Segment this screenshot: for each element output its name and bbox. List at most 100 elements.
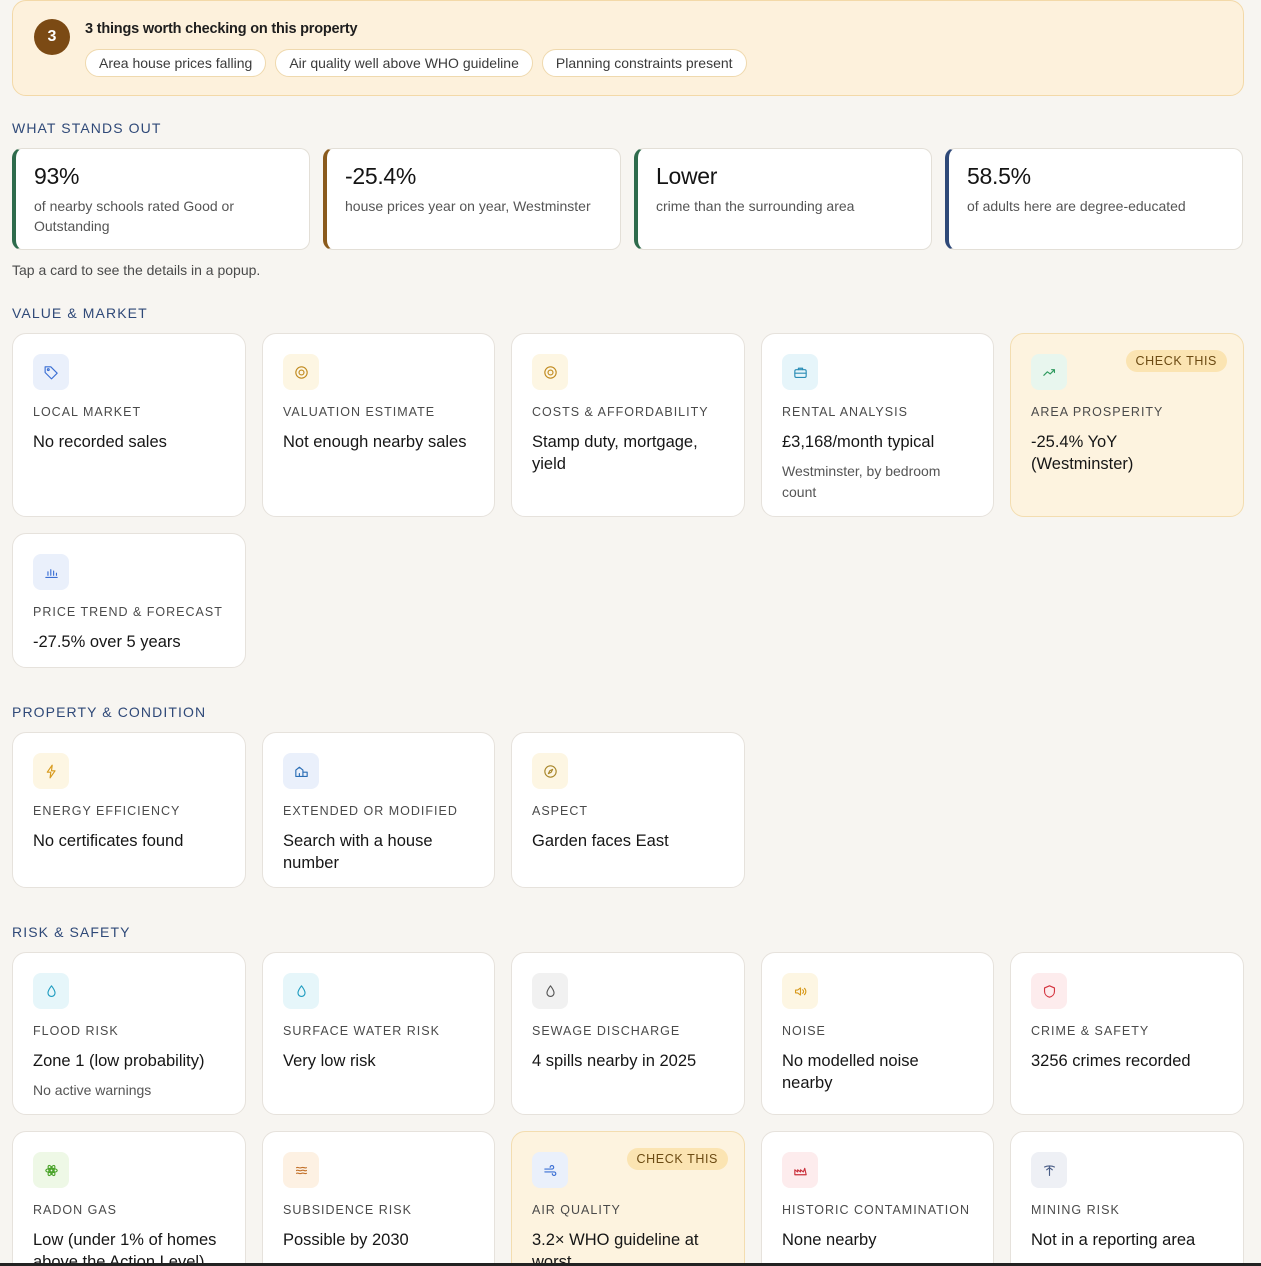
target-icon [532,354,568,390]
card-value: Not in a reporting area [1031,1231,1196,1249]
bar-chart-icon [33,554,69,590]
card-subsidence-risk[interactable]: SUBSIDENCE RISK Possible by 2030 [262,1131,495,1266]
card-value: No modelled noise nearby [782,1052,919,1092]
standout-caption: house prices year on year, Westminster [345,198,591,214]
speaker-icon [782,973,818,1009]
card-label: COSTS & AFFORDABILITY [532,405,709,419]
waves-icon [283,1152,319,1188]
standout-card[interactable]: 93% of nearby schools rated Good or Outs… [12,148,310,250]
card-label: SEWAGE DISCHARGE [532,1024,681,1038]
card-extended-modified[interactable]: EXTENDED OR MODIFIED Search with a house… [262,732,495,888]
card-area-prosperity[interactable]: CHECK THIS AREA PROSPERITY -25.4% YoY (W… [1010,333,1244,517]
card-value: 3256 crimes recorded [1031,1052,1191,1070]
card-note: Westminster, by bedroom count [782,463,941,500]
section-heading-value-market: VALUE & MARKET [12,305,148,321]
standout-card[interactable]: Lower crime than the surrounding area [634,148,932,250]
card-surface-water-risk[interactable]: SURFACE WATER RISK Very low risk [262,952,495,1115]
card-historic-contamination[interactable]: HISTORIC CONTAMINATION None nearby [761,1131,994,1266]
card-label: CRIME & SAFETY [1031,1024,1150,1038]
alert-count-badge: 3 [34,19,70,55]
lightning-icon [33,753,69,789]
card-value: Garden faces East [532,832,669,850]
alert-chip[interactable]: Area house prices falling [85,49,267,77]
card-radon-gas[interactable]: RADON GAS Low (under 1% of homes above t… [12,1131,246,1266]
water-drop-icon [33,973,69,1009]
card-value: No certificates found [33,832,184,850]
card-label: EXTENDED OR MODIFIED [283,804,458,818]
card-value: Search with a house number [283,832,433,872]
card-rental-analysis[interactable]: RENTAL ANALYSIS £3,168/month typical Wes… [761,333,994,517]
card-value: 3.2× WHO guideline at worst [532,1231,699,1266]
standout-value: Lower [656,163,718,189]
card-air-quality[interactable]: CHECK THIS AIR QUALITY 3.2× WHO guidelin… [511,1131,745,1266]
card-aspect[interactable]: ASPECT Garden faces East [511,732,745,888]
wind-icon [532,1152,568,1188]
factory-icon [782,1152,818,1188]
mining-icon [1031,1152,1067,1188]
alert-chip[interactable]: Air quality well above WHO guideline [275,49,533,77]
tap-hint: Tap a card to see the details in a popup… [12,262,261,278]
card-label: SURFACE WATER RISK [283,1024,440,1038]
card-label: FLOOD RISK [33,1024,119,1038]
card-flood-risk[interactable]: FLOOD RISK Zone 1 (low probability) No a… [12,952,246,1115]
standout-value: -25.4% [345,163,417,189]
card-label: LOCAL MARKET [33,405,142,419]
card-label: NOISE [782,1024,826,1038]
card-value: None nearby [782,1231,877,1249]
section-heading-risk-safety: RISK & SAFETY [12,924,131,940]
water-drop-icon [283,973,319,1009]
card-label: ENERGY EFFICIENCY [33,804,181,818]
card-value: Not enough nearby sales [283,433,467,451]
water-drop-icon [532,973,568,1009]
check-this-badge: CHECK THIS [1125,350,1227,372]
card-label: VALUATION ESTIMATE [283,405,436,419]
card-label: RENTAL ANALYSIS [782,405,908,419]
alert-chip[interactable]: Planning constraints present [541,49,747,77]
standout-caption: crime than the surrounding area [656,198,855,214]
card-mining-risk[interactable]: MINING RISK Not in a reporting area [1010,1131,1244,1266]
card-value: Possible by 2030 [283,1231,409,1249]
briefcase-icon [782,354,818,390]
card-valuation-estimate[interactable]: VALUATION ESTIMATE Not enough nearby sal… [262,333,495,517]
card-label: ASPECT [532,804,589,818]
check-this-badge: CHECK THIS [626,1148,728,1170]
card-value: Stamp duty, mortgage, yield [532,433,698,473]
section-heading-property-condition: PROPERTY & CONDITION [12,704,207,720]
standout-value: 58.5% [967,163,1031,189]
card-price-trend[interactable]: PRICE TREND & FORECAST -27.5% over 5 yea… [12,533,246,668]
card-sewage-discharge[interactable]: SEWAGE DISCHARGE 4 spills nearby in 2025 [511,952,745,1115]
card-energy-efficiency[interactable]: ENERGY EFFICIENCY No certificates found [12,732,246,888]
radon-icon [33,1152,69,1188]
standout-card[interactable]: -25.4% house prices year on year, Westmi… [323,148,621,250]
compass-icon [532,753,568,789]
tag-icon [33,354,69,390]
alert-chips: Area house prices falling Air quality we… [85,49,747,77]
card-label: SUBSIDENCE RISK [283,1203,412,1217]
card-value: £3,168/month typical [782,433,935,451]
card-value: Very low risk [283,1052,376,1070]
section-heading-standout: WHAT STANDS OUT [12,120,162,136]
target-icon [283,354,319,390]
standout-caption: of nearby schools rated Good or Outstand… [34,198,235,234]
card-local-market[interactable]: LOCAL MARKET No recorded sales [12,333,246,517]
card-value: -25.4% YoY (Westminster) [1031,433,1134,473]
shield-icon [1031,973,1067,1009]
standout-caption: of adults here are degree-educated [967,198,1186,214]
card-label: AREA PROSPERITY [1031,405,1164,419]
card-noise[interactable]: NOISE No modelled noise nearby [761,952,994,1115]
standout-value: 93% [34,163,80,189]
card-label: PRICE TREND & FORECAST [33,605,223,619]
card-label: MINING RISK [1031,1203,1120,1217]
card-value: 4 spills nearby in 2025 [532,1052,697,1070]
card-crime-safety[interactable]: CRIME & SAFETY 3256 crimes recorded [1010,952,1244,1115]
card-value: No recorded sales [33,433,167,451]
card-value: -27.5% over 5 years [33,633,181,651]
standout-card[interactable]: 58.5% of adults here are degree-educated [945,148,1243,250]
card-value: Low (under 1% of homes above the Action … [33,1231,217,1266]
card-label: AIR QUALITY [532,1203,621,1217]
alerts-banner: 3 3 things worth checking on this proper… [12,0,1244,96]
card-costs-affordability[interactable]: COSTS & AFFORDABILITY Stamp duty, mortga… [511,333,745,517]
card-value: Zone 1 (low probability) [33,1052,205,1070]
house-extension-icon [283,753,319,789]
card-label: RADON GAS [33,1203,118,1217]
